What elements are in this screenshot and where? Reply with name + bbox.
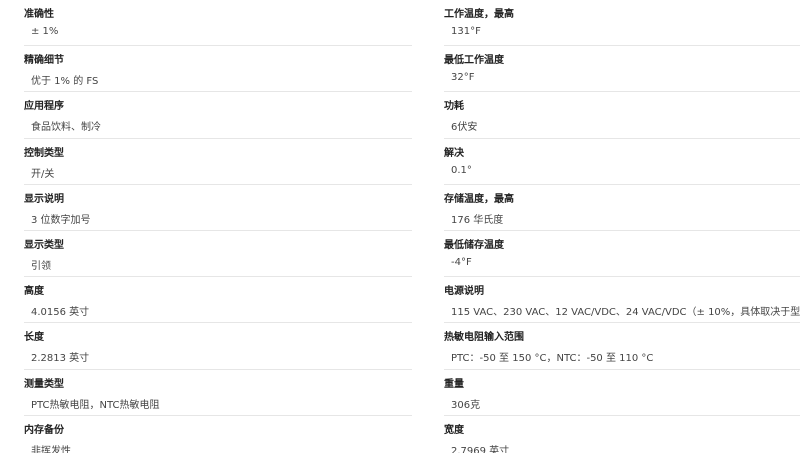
spec-value: -4°F xyxy=(451,256,472,268)
spec-row: 宽度 2.7969 英寸 xyxy=(444,416,800,453)
spec-row: 最低储存温度 -4°F xyxy=(444,231,800,278)
spec-label: 宽度 xyxy=(444,424,464,436)
spec-label: 显示类型 xyxy=(24,239,64,251)
spec-row: 解决 0.1° xyxy=(444,139,800,185)
spec-value: 开/关 xyxy=(31,168,55,180)
spec-label: 最低储存温度 xyxy=(444,239,504,251)
spec-label: 解决 xyxy=(444,147,464,159)
spec-label: 精确细节 xyxy=(24,55,64,67)
spec-row: 精确细节 优于 1% 的 FS xyxy=(24,46,412,93)
spec-value: 优于 1% 的 FS xyxy=(31,76,99,88)
spec-label: 电源说明 xyxy=(444,286,484,298)
spec-label: 功耗 xyxy=(444,101,464,113)
spec-label: 长度 xyxy=(24,332,44,344)
spec-row: 工作温度，最高 131°F xyxy=(444,0,800,47)
spec-row: 准确性 ± 1% xyxy=(24,0,412,47)
spec-row: 高度 4.0156 英寸 xyxy=(24,277,412,324)
spec-value: 2.7969 英寸 xyxy=(451,445,510,453)
spec-row: 显示说明 3 位数字加号 xyxy=(24,185,412,231)
spec-value: ± 1% xyxy=(31,26,59,37)
spec-value: PTC：-50 至 150 °C，NTC：-50 至 110 °C xyxy=(451,353,654,365)
spec-value: 306克 xyxy=(451,399,481,411)
spec-value: 176 华氏度 xyxy=(451,214,504,226)
spec-value: 6伏安 xyxy=(451,122,478,134)
spec-row: 内存备份 非挥发性 xyxy=(24,416,412,453)
spec-label: 控制类型 xyxy=(24,147,64,159)
spec-value: 0.1° xyxy=(451,164,472,176)
spec-value: 131°F xyxy=(451,26,481,37)
spec-column-right: 工作温度，最高 131°F 最低工作温度 32°F 功耗 6伏安 解决 0.1°… xyxy=(444,0,800,453)
spec-label: 最低工作温度 xyxy=(444,55,504,67)
spec-value: 115 VAC、230 VAC、12 VAC/VDC、24 VAC/VDC（± … xyxy=(451,307,800,319)
spec-label: 内存备份 xyxy=(24,424,64,436)
spec-label: 测量类型 xyxy=(24,378,64,390)
spec-row: 重量 306克 xyxy=(444,370,800,416)
spec-label: 热敏电阻输入范围 xyxy=(444,332,524,344)
spec-label: 准确性 xyxy=(24,9,54,20)
spec-row: 应用程序 食品饮料、制冷 xyxy=(24,92,412,139)
spec-value: 2.2813 英寸 xyxy=(31,353,90,365)
spec-value: 非挥发性 xyxy=(31,445,71,453)
spec-row: 显示类型 引领 xyxy=(24,231,412,278)
spec-table: 准确性 ± 1% 精确细节 优于 1% 的 FS 应用程序 食品饮料、制冷 控制… xyxy=(0,0,800,453)
spec-value: PTC热敏电阻，NTC热敏电阻 xyxy=(31,399,160,411)
spec-label: 应用程序 xyxy=(24,101,64,113)
spec-row: 功耗 6伏安 xyxy=(444,92,800,139)
spec-label: 显示说明 xyxy=(24,193,64,205)
spec-column-left: 准确性 ± 1% 精确细节 优于 1% 的 FS 应用程序 食品饮料、制冷 控制… xyxy=(24,0,412,453)
spec-row: 控制类型 开/关 xyxy=(24,139,412,185)
spec-row: 最低工作温度 32°F xyxy=(444,46,800,93)
spec-row: 长度 2.2813 英寸 xyxy=(24,323,412,370)
spec-value: 4.0156 英寸 xyxy=(31,307,90,319)
spec-value: 食品饮料、制冷 xyxy=(31,122,101,134)
spec-label: 工作温度，最高 xyxy=(444,9,514,20)
spec-row: 存储温度，最高 176 华氏度 xyxy=(444,185,800,231)
spec-label: 重量 xyxy=(444,378,464,390)
spec-value: 3 位数字加号 xyxy=(31,214,91,226)
spec-value: 引领 xyxy=(31,260,51,272)
spec-value: 32°F xyxy=(451,72,475,84)
spec-label: 高度 xyxy=(24,286,44,298)
spec-row: 电源说明 115 VAC、230 VAC、12 VAC/VDC、24 VAC/V… xyxy=(444,277,800,324)
spec-row: 热敏电阻输入范围 PTC：-50 至 150 °C，NTC：-50 至 110 … xyxy=(444,323,800,370)
spec-row: 测量类型 PTC热敏电阻，NTC热敏电阻 xyxy=(24,370,412,416)
spec-label: 存储温度，最高 xyxy=(444,193,514,205)
